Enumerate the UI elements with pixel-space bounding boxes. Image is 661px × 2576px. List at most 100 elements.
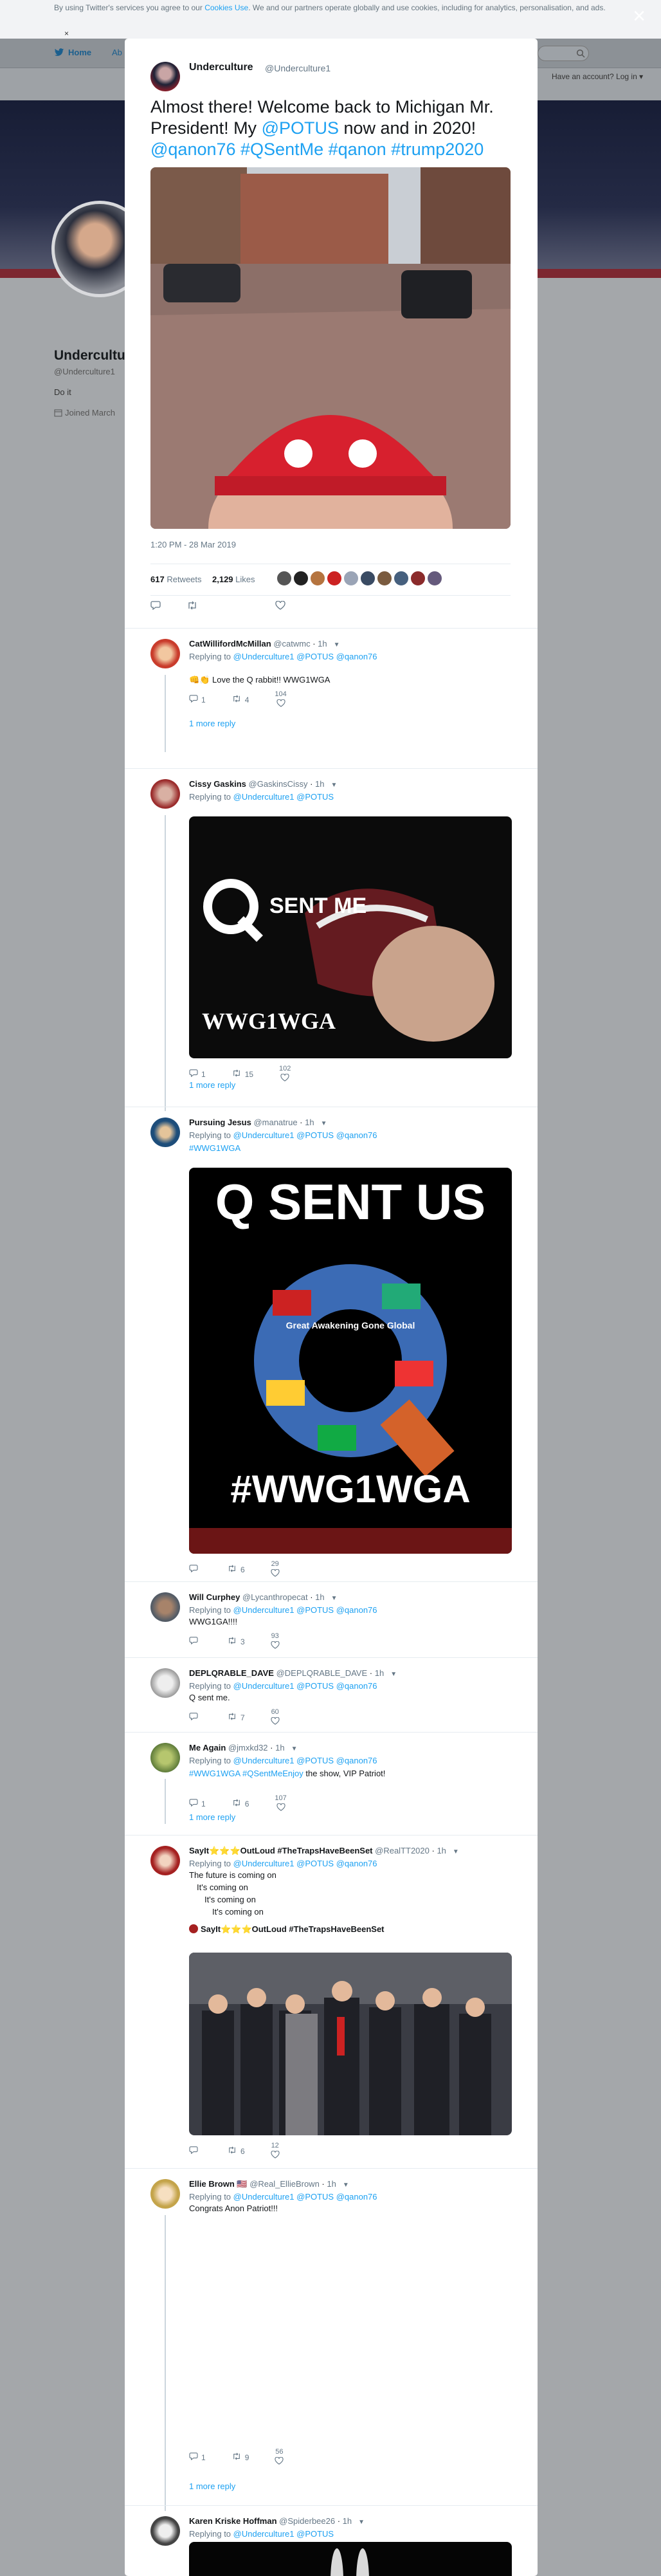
close-overlay-icon[interactable]: ×	[633, 5, 646, 27]
reply-media[interactable]	[189, 2542, 512, 2576]
like-count[interactable]: 2,129 Likes	[212, 575, 255, 584]
reply-time[interactable]: 1h	[327, 2179, 336, 2189]
like-button[interactable]	[275, 601, 285, 610]
retweet-button[interactable]: 6	[227, 2146, 245, 2156]
chevron-down-icon[interactable]: ▼	[331, 1595, 338, 1602]
avatar[interactable]	[150, 1668, 180, 1698]
nav-home[interactable]: Home	[54, 48, 91, 57]
reply-time[interactable]: 1h	[437, 1846, 446, 1855]
reply-tweet[interactable]: Me Again @jmxkd32 · 1h ▼ Replying to @Unde…	[125, 1732, 538, 1835]
replying-mentions[interactable]: @Underculture1 @POTUS @qanon76	[233, 2192, 377, 2202]
nav-about[interactable]: Ab	[112, 48, 122, 57]
reply-button[interactable]: 1	[189, 1799, 206, 1808]
avatar[interactable]	[150, 62, 180, 91]
reply-handle[interactable]: @Real_EllieBrown	[249, 2179, 320, 2189]
reply-author[interactable]: Ellie Brown 🇺🇸	[189, 2179, 248, 2189]
like-button[interactable]: 56	[275, 2448, 284, 2467]
like-button[interactable]: 29	[271, 1560, 280, 1579]
reply-author[interactable]: Karen Kriske Hoffman	[189, 2516, 277, 2526]
reply-time[interactable]: 1h	[318, 639, 327, 649]
like-button[interactable]: 102	[279, 1065, 291, 1083]
reply-handle[interactable]: @Lycanthropecat	[242, 1592, 308, 1602]
tweet-photo[interactable]	[150, 167, 511, 529]
hashtag-links[interactable]: @qanon76 #QSentMe #qanon #trump2020	[150, 140, 484, 159]
avatar[interactable]	[150, 1743, 180, 1772]
avatar[interactable]	[150, 1118, 180, 1147]
replying-mentions[interactable]: @Underculture1 @POTUS @qanon76	[233, 1605, 377, 1615]
reply-author[interactable]: SayIt⭐⭐⭐OutLoud #TheTrapsHaveBeenSet	[189, 1846, 373, 1855]
reply-button[interactable]	[189, 1565, 201, 1574]
replying-mentions[interactable]: @Underculture1 @POTUS	[233, 792, 334, 802]
quoted-author[interactable]: SayIt⭐⭐⭐OutLoud #TheTrapsHaveBeenSet	[189, 1923, 511, 1935]
retweet-button[interactable]: 15	[231, 1069, 253, 1079]
chevron-down-icon[interactable]: ▼	[453, 1848, 459, 1855]
like-button[interactable]: 93	[271, 1632, 280, 1651]
reply-tweet[interactable]: Cissy Gaskins @GaskinsCissy · 1h ▼ Replyin…	[125, 768, 538, 1111]
chevron-down-icon[interactable]: ▼	[321, 1120, 327, 1127]
reply-handle[interactable]: @jmxkd32	[228, 1743, 268, 1753]
reply-author[interactable]: Me Again	[189, 1743, 226, 1753]
reply-button[interactable]: 1	[189, 2452, 206, 2462]
reply-time[interactable]: 1h	[275, 1743, 284, 1753]
reply-time[interactable]: 1h	[315, 1592, 324, 1602]
login-link[interactable]: Have an account? Log in ▾	[552, 72, 643, 81]
retweet-button[interactable]	[186, 601, 198, 610]
retweet-button[interactable]: 3	[227, 1637, 245, 1646]
liker-avatar[interactable]	[327, 571, 342, 586]
reply-time[interactable]: 1h	[375, 1668, 384, 1678]
avatar[interactable]	[150, 639, 180, 668]
reply-tweet[interactable]: SayIt⭐⭐⭐OutLoud #TheTrapsHaveBeenSet @Re…	[125, 1835, 538, 2168]
cookie-link[interactable]: Cookies Use	[204, 3, 248, 12]
reply-tweet[interactable]: Ellie Brown 🇺🇸 @Real_EllieBrown · 1h ▼ Rep…	[125, 2168, 538, 2511]
like-button[interactable]: 12	[271, 2142, 280, 2160]
reply-button[interactable]: 1	[189, 1069, 206, 1079]
reply-button[interactable]	[150, 601, 161, 610]
reply-author[interactable]: DEPLQRABLE_DAVE	[189, 1668, 274, 1678]
reply-author[interactable]: Cissy Gaskins	[189, 779, 246, 789]
reply-time[interactable]: 1h	[305, 1118, 314, 1127]
liker-avatar[interactable]	[427, 571, 442, 586]
replying-mentions[interactable]: @Underculture1 @POTUS	[233, 2529, 334, 2539]
avatar[interactable]	[150, 779, 180, 809]
reply-handle[interactable]: @DEPLQRABLE_DAVE	[276, 1668, 368, 1678]
reply-time[interactable]: 1h	[315, 779, 324, 789]
chevron-down-icon[interactable]: ▼	[334, 641, 340, 649]
replying-mentions[interactable]: @Underculture1 @POTUS @qanon76	[233, 1859, 377, 1868]
like-button[interactable]: 104	[275, 690, 287, 709]
reply-handle[interactable]: @GaskinsCissy	[249, 779, 308, 789]
avatar[interactable]	[150, 2516, 180, 2546]
tweet-timestamp[interactable]: 1:20 PM - 28 Mar 2019	[150, 540, 236, 549]
reply-author[interactable]: Pursuing Jesus	[189, 1118, 251, 1127]
reply-hashtags[interactable]: #WWG1WGA #QSentMeEnjoy	[189, 1769, 303, 1778]
author-handle[interactable]: @Underculture1	[265, 63, 330, 73]
reply-author[interactable]: CatWillifordMcMillan	[189, 639, 271, 649]
reply-tweet[interactable]: DEPLQRABLE_DAVE @DEPLQRABLE_DAVE · 1h ▼ Re…	[125, 1657, 538, 1732]
replying-mentions[interactable]: @Underculture1 @POTUS @qanon76	[233, 1681, 377, 1691]
liker-avatar[interactable]	[310, 571, 325, 586]
chevron-down-icon[interactable]: ▼	[390, 1671, 397, 1678]
liker-avatar[interactable]	[293, 571, 309, 586]
retweet-button[interactable]: 9	[231, 2452, 249, 2462]
avatar[interactable]	[150, 1846, 180, 1875]
liker-avatar[interactable]	[276, 571, 292, 586]
liker-avatar[interactable]	[377, 571, 392, 586]
avatar[interactable]	[150, 2179, 180, 2209]
retweet-button[interactable]: 7	[227, 1713, 245, 1722]
liker-avatar[interactable]	[343, 571, 359, 586]
retweet-count[interactable]: 617 Retweets	[150, 575, 202, 584]
reply-handle[interactable]: @Spiderbee26	[279, 2516, 335, 2526]
liker-avatar[interactable]	[360, 571, 376, 586]
reply-time[interactable]: 1h	[343, 2516, 352, 2526]
reply-media[interactable]: SENT ME WWG1WGA	[189, 816, 512, 1058]
mention-link[interactable]: @POTUS	[262, 118, 339, 138]
reply-handle[interactable]: @RealTT2020	[375, 1846, 430, 1855]
reply-tweet[interactable]: Karen Kriske Hoffman @Spiderbee26 · 1h ▼ R…	[125, 2505, 538, 2576]
reply-media[interactable]	[189, 1953, 512, 2135]
like-button[interactable]: 60	[271, 1708, 280, 1727]
chevron-down-icon[interactable]: ▼	[343, 2182, 349, 2189]
reply-author[interactable]: Will Curphey	[189, 1592, 240, 1602]
more-replies-link[interactable]: 1 more reply	[189, 1812, 235, 1822]
liker-avatar[interactable]	[394, 571, 409, 586]
more-replies-link[interactable]: 1 more reply	[189, 1080, 235, 1090]
retweet-button[interactable]: 6	[227, 1565, 245, 1574]
